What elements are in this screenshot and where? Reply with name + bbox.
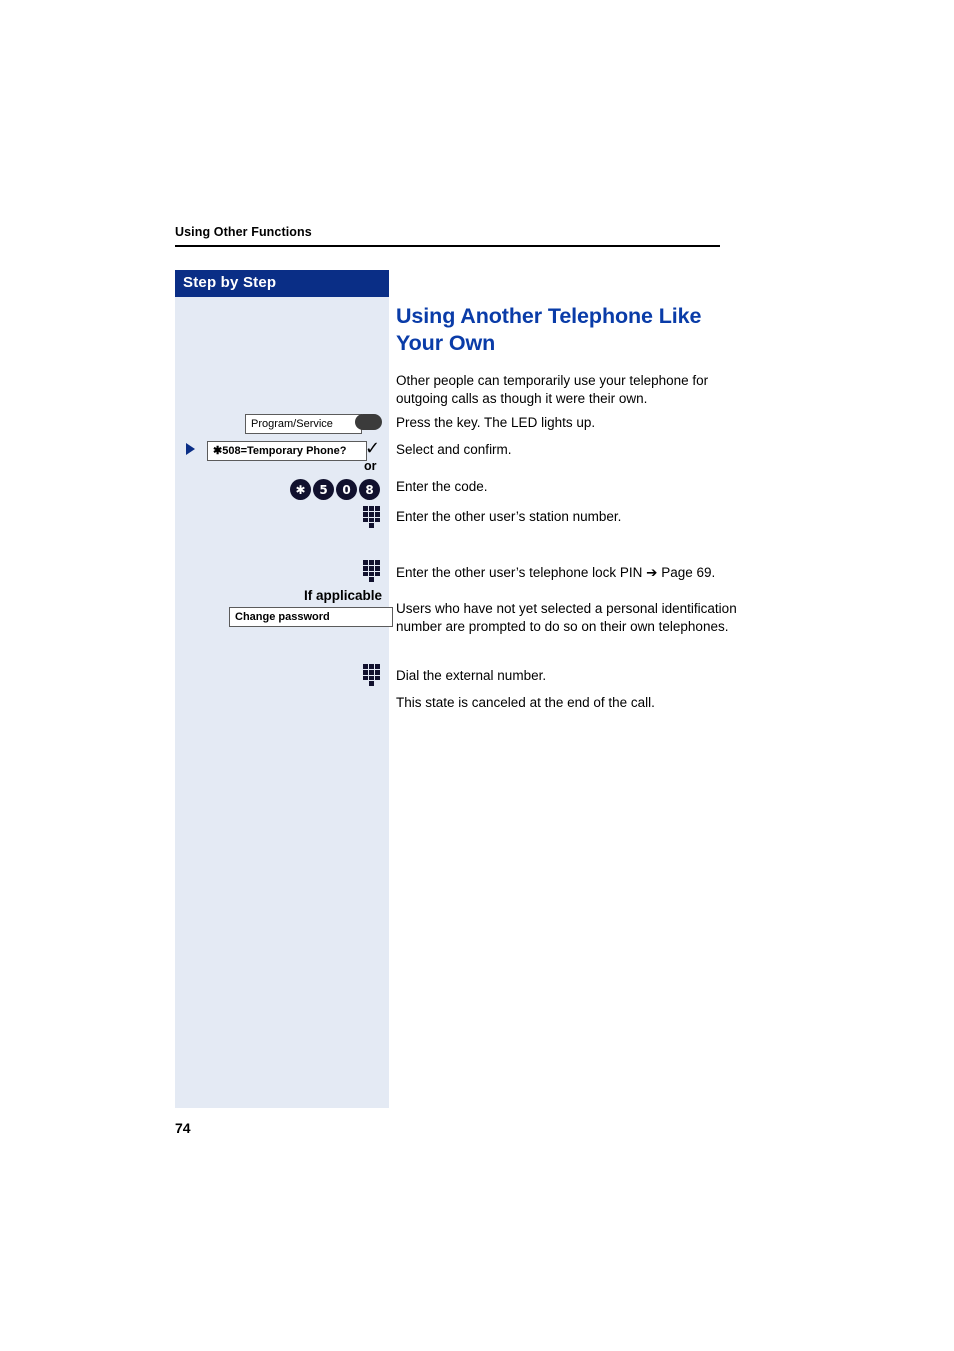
paragraph-state-canceled: This state is canceled at the end of the… xyxy=(396,695,655,710)
page-title: Using Another Telephone Like Your Own xyxy=(396,304,702,355)
key-star[interactable]: ✱ xyxy=(290,479,311,500)
sidebar-title: Step by Step xyxy=(183,274,277,291)
key-8[interactable]: 8 xyxy=(359,479,380,500)
right-arrow-marker-icon xyxy=(186,443,195,455)
softkey-change-password[interactable]: Change password xyxy=(229,607,393,627)
keypad-code-508: ✱ 5 0 8 xyxy=(290,479,380,500)
dialpad-icon xyxy=(363,560,380,582)
menu-option-temporary-phone[interactable]: ✱508=Temporary Phone? xyxy=(207,441,367,461)
led-indicator-icon xyxy=(355,414,382,430)
softkey-program-service[interactable]: Program/Service xyxy=(245,414,362,434)
paragraph-station-number: Enter the other user’s station number. xyxy=(396,509,622,524)
or-label: or xyxy=(364,459,377,473)
key-5[interactable]: 5 xyxy=(313,479,334,500)
paragraph-press-key: Press the key. The LED lights up. xyxy=(396,415,596,430)
running-header: Using Other Functions xyxy=(175,225,312,239)
if-applicable-note: If applicable xyxy=(303,588,382,603)
key-0[interactable]: 0 xyxy=(336,479,357,500)
menu-option-temporary-phone-label: ✱508=Temporary Phone? xyxy=(213,445,347,457)
paragraph-select-confirm: Select and confirm. xyxy=(396,442,512,457)
dialpad-icon xyxy=(363,664,380,686)
paragraph-pin-note: Users who have not yet selected a person… xyxy=(396,601,737,634)
step-by-step-sidebar xyxy=(175,270,389,1108)
paragraph-enter-code: Enter the code. xyxy=(396,479,488,494)
document-page: Using Other Functions Step by Step Progr… xyxy=(0,0,954,1351)
checkmark-icon: ✓ xyxy=(365,438,381,459)
softkey-program-service-label: Program/Service xyxy=(251,418,333,430)
paragraph-lock-pin: Enter the other user’s telephone lock PI… xyxy=(396,565,716,580)
dialpad-icon xyxy=(363,506,380,528)
page-number: 74 xyxy=(175,1120,191,1136)
softkey-change-password-label: Change password xyxy=(235,611,330,623)
header-rule xyxy=(175,245,720,247)
paragraph-dial-external: Dial the external number. xyxy=(396,668,547,683)
paragraph-intro: Other people can temporarily use your te… xyxy=(396,373,709,406)
